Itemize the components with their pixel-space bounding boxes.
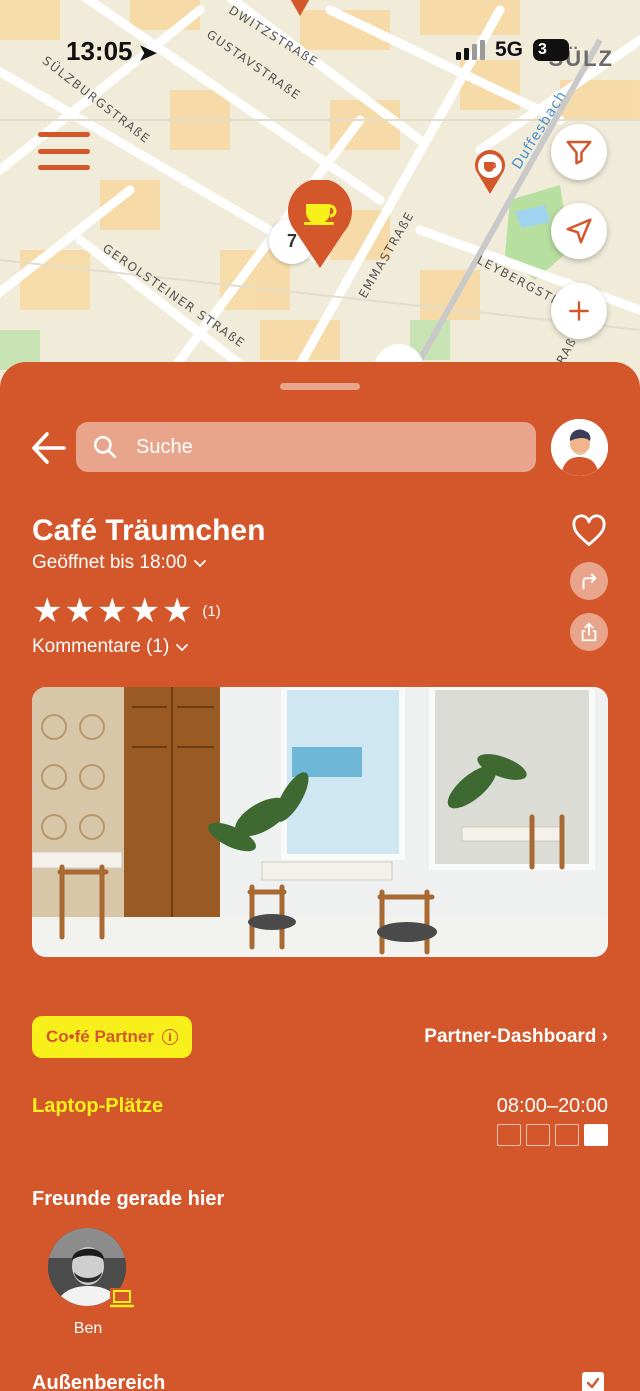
opening-hours-toggle[interactable]: Geöffnet bis 18:00 <box>32 552 207 574</box>
zoom-in-button[interactable] <box>551 283 607 339</box>
star-icon: ★ <box>129 591 160 631</box>
search-input[interactable]: Suche <box>136 436 193 459</box>
rating-count: (1) <box>202 602 221 620</box>
user-avatar[interactable] <box>551 419 608 476</box>
friends-here-label: Freunde gerade hier <box>32 1188 225 1210</box>
cafe-name: Café Träumchen <box>32 514 266 547</box>
signal-icon <box>456 40 485 60</box>
selected-cafe-pin[interactable] <box>288 180 352 268</box>
battery-level: 3 <box>538 41 547 58</box>
occupancy-box <box>584 1124 608 1146</box>
occupancy-box <box>497 1124 521 1146</box>
status-time-text: 13:05 <box>66 36 133 66</box>
partner-badge-label: Co•fé Partner <box>46 1027 154 1046</box>
filter-icon <box>566 140 592 165</box>
rating-stars: ★ ★ ★ ★ ★ (1) <box>32 594 221 628</box>
search-bar[interactable]: Suche <box>76 422 536 472</box>
star-icon: ★ <box>161 591 193 631</box>
avatar-illustration <box>551 419 608 476</box>
friend-item[interactable]: Ben <box>48 1228 135 1337</box>
menu-line <box>38 148 90 154</box>
cafe-pin-small[interactable] <box>288 0 312 16</box>
navigation-arrow-icon <box>566 218 592 244</box>
status-indicators: 5G 3 <box>456 38 570 62</box>
comments-text: Kommentare (1) <box>32 636 170 657</box>
laptop-occupancy-indicator <box>497 1124 608 1146</box>
laptop-seats-label: Laptop-Plätze <box>32 1095 164 1117</box>
directions-button[interactable] <box>570 562 608 600</box>
laptop-hours: 08:00–20:00 <box>496 1095 608 1117</box>
sheet-grabber[interactable] <box>280 383 360 390</box>
filter-button[interactable] <box>551 124 607 180</box>
outdoor-area-checkbox[interactable] <box>582 1372 604 1391</box>
occupancy-box <box>526 1124 550 1146</box>
locate-me-button[interactable] <box>551 203 607 259</box>
cafe-photo[interactable] <box>32 687 608 957</box>
menu-button[interactable] <box>38 132 90 170</box>
share-button[interactable] <box>570 613 608 651</box>
laptop-icon <box>109 1288 135 1310</box>
directions-icon <box>582 573 597 590</box>
checkmark-icon <box>586 1377 600 1389</box>
opening-hours-text: Geöffnet bis 18:00 <box>32 552 187 573</box>
battery-icon: 3 <box>533 39 570 61</box>
friend-name: Ben <box>73 1320 103 1337</box>
star-icon: ★ <box>96 591 128 631</box>
cafe-interior-image <box>32 687 608 957</box>
partner-badge[interactable]: Co•fé Partner i <box>32 1016 192 1058</box>
outdoor-area-label: Außenbereich <box>32 1372 166 1391</box>
back-arrow-icon[interactable] <box>30 430 68 466</box>
star-icon: ★ <box>32 591 63 631</box>
search-icon <box>93 435 117 459</box>
favorite-heart-icon[interactable] <box>571 514 607 548</box>
network-type: 5G <box>495 38 524 61</box>
occupancy-box <box>555 1124 579 1146</box>
chevron-down-icon <box>194 560 206 568</box>
chevron-down-icon <box>176 644 189 652</box>
plus-icon <box>569 301 589 321</box>
star-icon: ★ <box>64 591 95 631</box>
menu-line <box>38 132 90 137</box>
comments-toggle[interactable]: Kommentare (1) <box>32 636 189 658</box>
partner-dashboard-link[interactable]: Partner-Dashboard › <box>424 1026 608 1048</box>
map-view[interactable]: DWITZSTRAßE GUSTAVSTRAßE SÜLZBURGSTRAßE … <box>0 0 640 400</box>
location-arrow-icon: ➤ <box>138 40 157 65</box>
info-icon: i <box>161 1029 178 1045</box>
share-icon <box>581 622 597 642</box>
menu-line <box>38 165 90 170</box>
cafe-pin-small[interactable] <box>474 150 506 194</box>
cafe-detail-sheet: Suche Café Träumchen Geöffnet bis 18:00 … <box>0 362 640 1391</box>
status-time: 13:05 ➤ <box>66 36 157 67</box>
